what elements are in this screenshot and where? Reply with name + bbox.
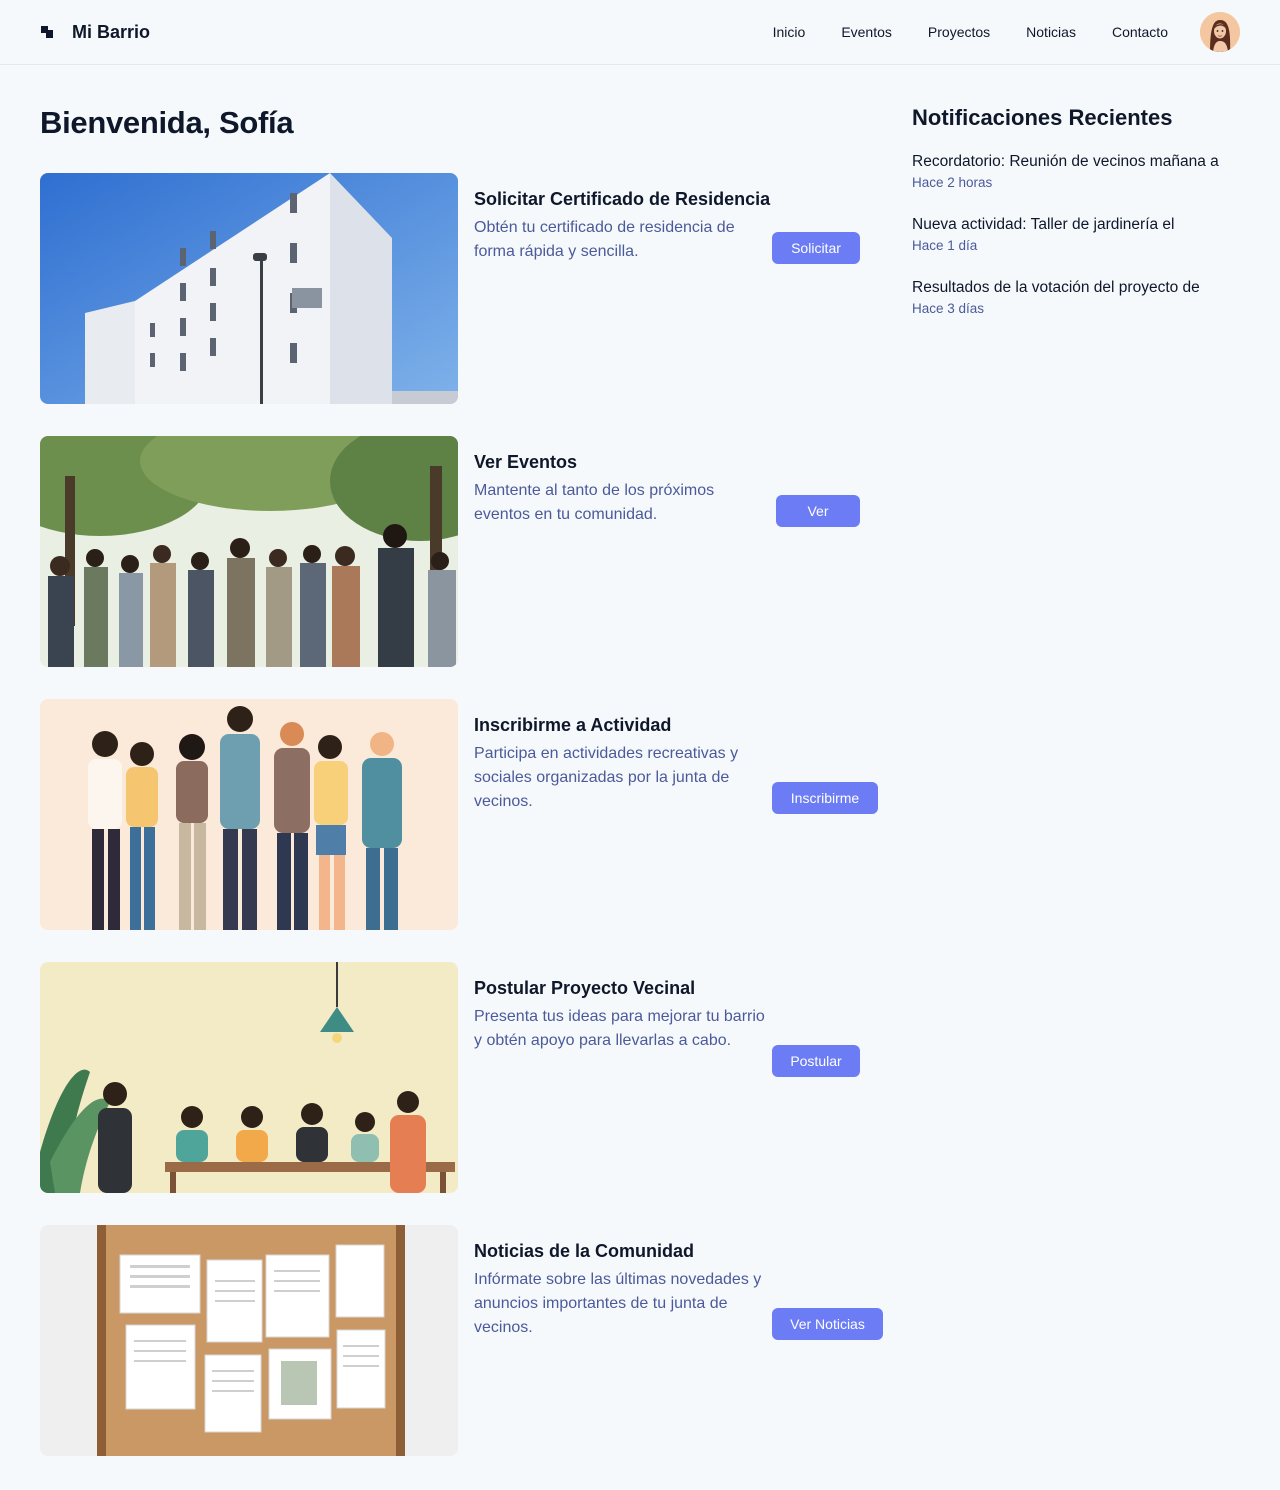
- card-noticias: Noticias de la Comunidad Infórmate sobre…: [40, 1225, 890, 1456]
- card-actividad: Inscribirme a Actividad Participa en act…: [40, 699, 890, 930]
- card-image-meeting: [40, 962, 458, 1193]
- service-cards: Solicitar Certificado de Residencia Obté…: [40, 173, 890, 1488]
- group-of-people-illustration: [40, 699, 458, 930]
- nav-contacto[interactable]: Contacto: [1112, 24, 1168, 40]
- card-body: Postular Proyecto Vecinal Presenta tus i…: [474, 978, 774, 1053]
- notifications-title: Notificaciones Recientes: [912, 105, 1173, 130]
- nav-proyectos[interactable]: Proyectos: [928, 24, 990, 40]
- user-avatar[interactable]: [1200, 12, 1240, 52]
- card-description: Presenta tus ideas para mejorar tu barri…: [474, 1008, 765, 1049]
- inscribirme-button[interactable]: Inscribirme: [772, 782, 878, 814]
- crowd-in-park-image: [40, 436, 458, 667]
- notification-text: Recordatorio: Reunión de vecinos mañana …: [912, 153, 1219, 170]
- brand-name: Mi Barrio: [72, 21, 151, 42]
- apartment-building-image: [40, 173, 458, 404]
- brand[interactable]: Mi Barrio: [40, 22, 150, 43]
- card-body: Solicitar Certificado de Residencia Obté…: [474, 189, 774, 264]
- notification-time: Hace 3 días: [912, 301, 985, 316]
- card-image-crowd: [40, 436, 458, 667]
- brand-logo-icon: [40, 24, 56, 40]
- card-body: Inscribirme a Actividad Participa en act…: [474, 715, 774, 814]
- card-title: Solicitar Certificado de Residencia: [474, 189, 771, 209]
- notification-time: Hace 1 día: [912, 238, 978, 253]
- ver-noticias-button[interactable]: Ver Noticias: [772, 1308, 883, 1340]
- top-header: Mi Barrio Inicio Eventos Proyectos Notic…: [0, 0, 1280, 65]
- card-description: Participa en actividades recreativas y s…: [474, 745, 739, 810]
- ver-eventos-button[interactable]: Ver: [776, 495, 860, 527]
- card-description: Obtén tu certificado de residencia de fo…: [474, 219, 735, 260]
- bulletin-board-image: [40, 1225, 458, 1456]
- solicitar-button[interactable]: Solicitar: [772, 232, 860, 264]
- nav-inicio[interactable]: Inicio: [773, 24, 806, 40]
- card-certificado: Solicitar Certificado de Residencia Obté…: [40, 173, 890, 404]
- notification-text: Resultados de la votación del proyecto d…: [912, 279, 1200, 296]
- card-description: Mantente al tanto de los próximos evento…: [474, 482, 715, 523]
- card-title: Noticias de la Comunidad: [474, 1241, 695, 1261]
- notification-item[interactable]: Nueva actividad: Taller de jardinería el…: [912, 214, 1252, 253]
- notification-item[interactable]: Resultados de la votación del proyecto d…: [912, 277, 1252, 316]
- card-title: Ver Eventos: [474, 452, 578, 472]
- avatar-portrait-icon: [1200, 12, 1240, 52]
- notifications-panel: Notificaciones Recientes Recordatorio: R…: [912, 105, 1252, 340]
- notification-text: Nueva actividad: Taller de jardinería el: [912, 216, 1175, 233]
- nav-eventos[interactable]: Eventos: [841, 24, 892, 40]
- card-body: Noticias de la Comunidad Infórmate sobre…: [474, 1241, 774, 1340]
- card-image-board: [40, 1225, 458, 1456]
- postular-button[interactable]: Postular: [772, 1045, 860, 1077]
- card-eventos: Ver Eventos Mantente al tanto de los pró…: [40, 436, 890, 667]
- page-title: Bienvenida, Sofía: [40, 105, 294, 140]
- main-nav: Inicio Eventos Proyectos Noticias Contac…: [773, 12, 1240, 52]
- card-proyecto: Postular Proyecto Vecinal Presenta tus i…: [40, 962, 890, 1193]
- nav-noticias[interactable]: Noticias: [1026, 24, 1076, 40]
- card-title: Inscribirme a Actividad: [474, 715, 672, 735]
- notification-item[interactable]: Recordatorio: Reunión de vecinos mañana …: [912, 151, 1252, 190]
- card-image-group: [40, 699, 458, 930]
- card-image-building: [40, 173, 458, 404]
- card-title: Postular Proyecto Vecinal: [474, 978, 696, 998]
- card-description: Infórmate sobre las últimas novedades y …: [474, 1271, 762, 1336]
- meeting-table-illustration: [40, 962, 458, 1193]
- notification-time: Hace 2 horas: [912, 175, 993, 190]
- card-body: Ver Eventos Mantente al tanto de los pró…: [474, 452, 774, 527]
